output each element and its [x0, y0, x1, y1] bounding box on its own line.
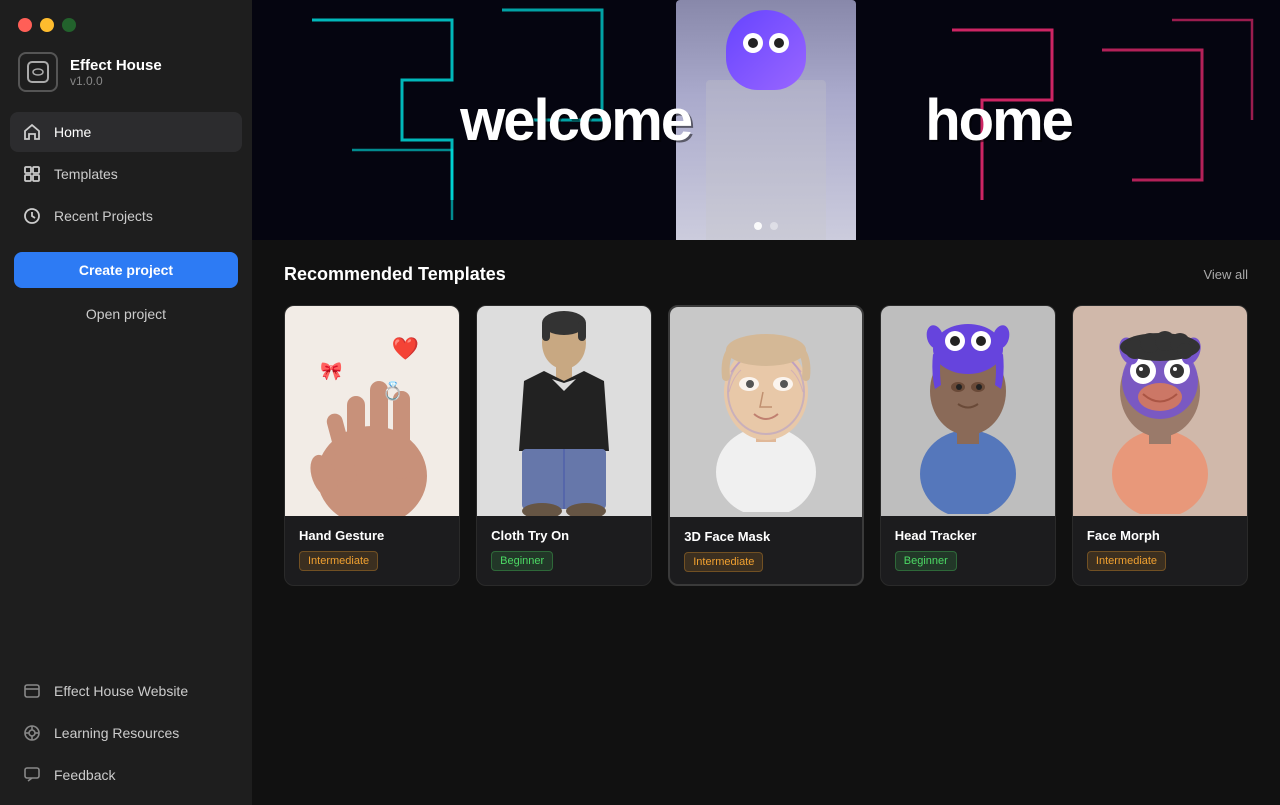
templates-icon [22, 164, 42, 184]
card-title-head-tracker: Head Tracker [895, 528, 1041, 543]
template-card-cloth[interactable]: Cloth Try On Beginner [476, 305, 652, 586]
hero-banner: welcome home [252, 0, 1280, 240]
card-image-face-morph [1073, 306, 1247, 516]
recent-icon [22, 206, 42, 226]
nav-label-home: Home [54, 124, 91, 140]
app-icon [18, 52, 58, 92]
section-title: Recommended Templates [284, 264, 506, 285]
open-project-button[interactable]: Open project [14, 296, 238, 332]
card-badge-head-tracker: Beginner [895, 551, 957, 571]
section-header: Recommended Templates View all [284, 264, 1248, 285]
card-badge-cloth: Beginner [491, 551, 553, 571]
view-all-link[interactable]: View all [1203, 267, 1248, 282]
create-project-button[interactable]: Create project [14, 252, 238, 288]
person-illustration-face-morph [1085, 309, 1235, 514]
nav-item-templates[interactable]: Templates [10, 154, 242, 194]
website-icon [22, 681, 42, 701]
card-body-hand-gesture: Hand Gesture Intermediate [285, 516, 459, 583]
template-card-face-mask[interactable]: 3D Face Mask Intermediate [668, 305, 864, 586]
sidebar: Effect House v1.0.0 Home Templates [0, 0, 252, 805]
nav-label-recent: Recent Projects [54, 208, 153, 224]
nav-label-learning: Learning Resources [54, 725, 179, 741]
card-image-head-tracker [881, 306, 1055, 516]
learning-icon [22, 723, 42, 743]
brand-text: Effect House v1.0.0 [70, 57, 162, 88]
card-title-cloth: Cloth Try On [491, 528, 637, 543]
nav-label-website: Effect House Website [54, 683, 188, 699]
card-badge-face-morph: Intermediate [1087, 551, 1166, 571]
nav-item-learning[interactable]: Learning Resources [10, 713, 242, 753]
app-version: v1.0.0 [70, 74, 162, 88]
carousel-dot-1[interactable] [754, 222, 762, 230]
template-card-hand-gesture[interactable]: ❤️ 🎀 💍 Hand Gesture Intermediate [284, 305, 460, 586]
card-body-face-morph: Face Morph Intermediate [1073, 516, 1247, 583]
home-icon [22, 122, 42, 142]
template-card-face-morph[interactable]: Face Morph Intermediate [1072, 305, 1248, 586]
home-word: home [925, 88, 1072, 153]
card-body-face-mask: 3D Face Mask Intermediate [670, 517, 862, 584]
card-title-face-mask: 3D Face Mask [684, 529, 848, 544]
feedback-icon [22, 765, 42, 785]
main-content: welcome home [252, 0, 1280, 805]
welcome-word: welcome [460, 88, 691, 153]
card-image-cloth [477, 306, 651, 516]
card-badge-face-mask: Intermediate [684, 552, 763, 572]
minimize-button[interactable] [40, 18, 54, 32]
nav-label-templates: Templates [54, 166, 118, 182]
app-name: Effect House [70, 57, 162, 74]
hand-illustration [292, 316, 452, 516]
person-illustration-head-tracker [893, 309, 1043, 514]
nav-item-website[interactable]: Effect House Website [10, 671, 242, 711]
traffic-lights [0, 0, 252, 42]
card-image-hand-gesture: ❤️ 🎀 💍 [285, 306, 459, 516]
bow-emoji: 🎀 [320, 361, 342, 382]
heart-emoji: ❤️ [392, 336, 419, 362]
hero-carousel-dots [754, 222, 778, 230]
close-button[interactable] [18, 18, 32, 32]
card-title-hand-gesture: Hand Gesture [299, 528, 445, 543]
nav-item-home[interactable]: Home [10, 112, 242, 152]
main-nav: Home Templates Recent Projects [0, 112, 252, 236]
hero-title: welcome home [460, 87, 1072, 154]
person-illustration-cloth [494, 311, 634, 516]
nav-item-feedback[interactable]: Feedback [10, 755, 242, 795]
ring-emoji: 💍 [382, 381, 404, 402]
nav-item-recent-projects[interactable]: Recent Projects [10, 196, 242, 236]
template-card-head-tracker[interactable]: Head Tracker Beginner [880, 305, 1056, 586]
content-area: Recommended Templates View all [252, 240, 1280, 805]
card-badge-hand-gesture: Intermediate [299, 551, 378, 571]
bottom-nav: Effect House Website Learning Resources [0, 661, 252, 805]
templates-grid: ❤️ 🎀 💍 Hand Gesture Intermediate [284, 305, 1248, 586]
card-body-head-tracker: Head Tracker Beginner [881, 516, 1055, 583]
brand-section: Effect House v1.0.0 [0, 42, 252, 112]
card-title-face-morph: Face Morph [1087, 528, 1233, 543]
maximize-button[interactable] [62, 18, 76, 32]
card-body-cloth: Cloth Try On Beginner [477, 516, 651, 583]
carousel-dot-2[interactable] [770, 222, 778, 230]
card-image-face-mask [670, 307, 862, 517]
person-illustration-face-mask [691, 312, 841, 512]
nav-label-feedback: Feedback [54, 767, 115, 783]
